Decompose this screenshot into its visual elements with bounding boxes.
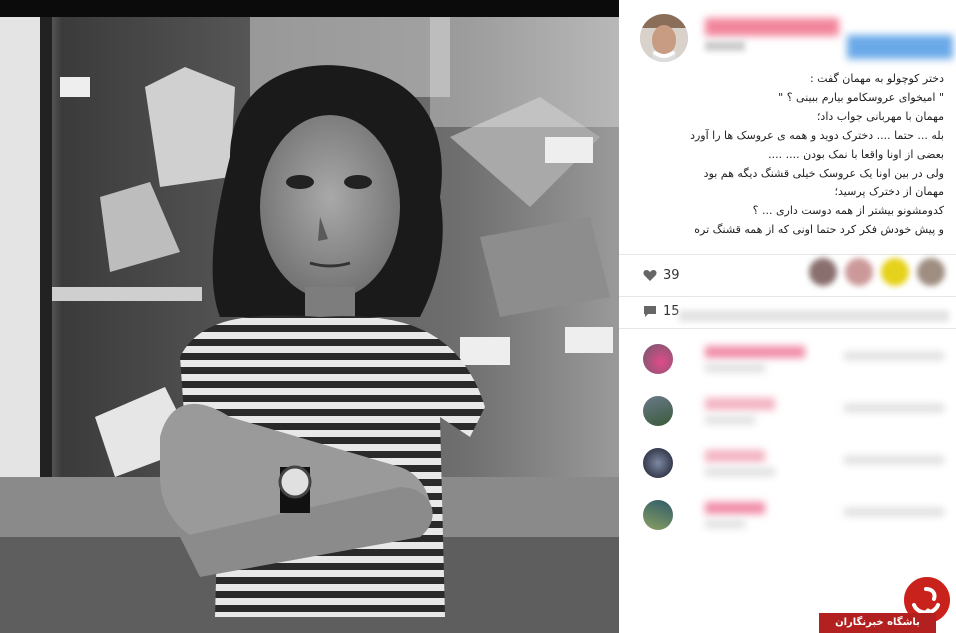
comment-text-blurred [844, 456, 944, 464]
post-photo[interactable] [0, 17, 619, 633]
avatar-image [640, 14, 688, 62]
poster-subtitle-blurred [705, 41, 745, 51]
commenter-avatar[interactable] [643, 344, 673, 374]
comments-stat[interactable]: 15 [643, 304, 680, 319]
caption-line: و پیش خودش فکر کرد حتما اونی که از همه ق… [694, 223, 944, 237]
comment-item[interactable] [643, 500, 948, 534]
commenter-avatar[interactable] [643, 500, 673, 530]
caption-line: دختر کوچولو به مهمان گفت : [809, 72, 944, 85]
heart-icon [643, 270, 657, 281]
caption-line: مهمان از دخترک پرسید؛ [834, 185, 944, 199]
comment-text-blurred [705, 416, 755, 424]
caption-line: " امیخوای عروسکامو بیارم ببینی ؟ " [778, 90, 944, 104]
poster-avatar[interactable] [640, 14, 688, 62]
comment-item[interactable] [643, 396, 948, 430]
post-caption: دختر کوچولو به مهمان گفت : " امیخوای عرو… [639, 70, 944, 240]
divider [619, 296, 956, 297]
comment-text-blurred [844, 404, 944, 412]
comment-text-blurred [844, 508, 944, 516]
divider [619, 328, 956, 329]
liker-avatar[interactable] [917, 258, 945, 286]
caption-line: بعضی از اونا واقعا با نمک بودن .... .... [768, 147, 944, 161]
caption-line: مهمان با مهربانی جواب داد؛ [816, 109, 944, 123]
comments-header-blurred [679, 310, 949, 322]
commenter-avatar[interactable] [643, 396, 673, 426]
commenter-name-blurred[interactable] [705, 346, 805, 358]
liker-avatar[interactable] [809, 258, 837, 286]
comment-item[interactable] [643, 448, 948, 482]
commenter-avatar[interactable] [643, 448, 673, 478]
comment-text-blurred [705, 520, 745, 528]
likers-avatars-blurred[interactable] [809, 258, 949, 288]
follow-button-blurred[interactable] [847, 35, 953, 59]
likes-count: 39 [663, 268, 680, 283]
speech-bubble-icon [644, 306, 656, 317]
caption-line: ولی در بین اونا یک عروسک خیلی قشنگ دیگه … [703, 166, 944, 180]
divider [619, 254, 956, 255]
watermark-text: باشگاه خبرنگاران [819, 613, 936, 633]
comment-text-blurred [844, 352, 944, 360]
photo-illustration [0, 17, 619, 633]
commenter-name-blurred[interactable] [705, 398, 775, 410]
commenter-name-blurred[interactable] [705, 502, 765, 514]
poster-username-blurred[interactable] [705, 18, 839, 36]
comment-item[interactable] [643, 344, 948, 378]
caption-line: کدومشونو بیشتر از همه دوست داری ... ؟ [752, 204, 944, 218]
commenter-name-blurred[interactable] [705, 450, 765, 462]
comment-text-blurred [705, 364, 765, 372]
comments-count: 15 [663, 304, 680, 319]
post-side-panel: دختر کوچولو به مهمان گفت : " امیخوای عرو… [619, 0, 956, 633]
comment-text-blurred [705, 468, 775, 476]
likes-stat[interactable]: 39 [643, 268, 680, 283]
caption-line: بله ... حتما .... دخترک دوید و همه ی عرو… [690, 128, 944, 142]
liker-avatar[interactable] [845, 258, 873, 286]
liker-avatar[interactable] [881, 258, 909, 286]
